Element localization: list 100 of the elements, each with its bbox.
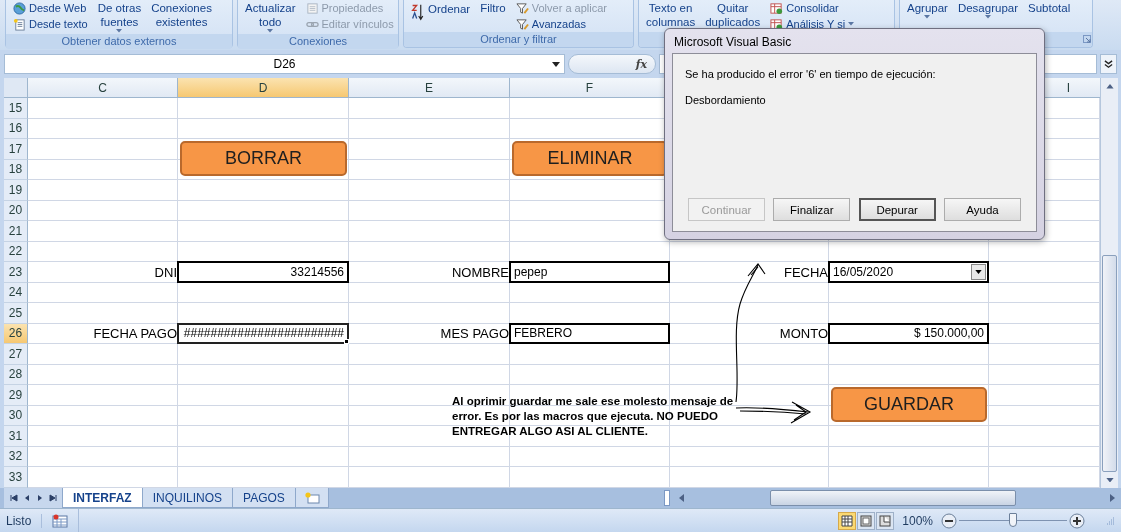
vertical-scrollbar[interactable]: [1100, 78, 1118, 488]
group-label: Conexiones: [238, 34, 398, 49]
row-header[interactable]: 15: [4, 98, 28, 119]
ribbon-button[interactable]: Desagrupar: [955, 0, 1020, 20]
funnel-icon: [515, 1, 529, 15]
row-header[interactable]: 28: [4, 364, 28, 385]
resize-grip-icon[interactable]: [1105, 515, 1115, 526]
row-header[interactable]: 22: [4, 241, 28, 262]
dialog-button[interactable]: Ayuda: [944, 198, 1021, 221]
ribbon-button[interactable]: Actualizar todo: [243, 0, 298, 34]
sheet-tab[interactable]: INQUILINOS: [141, 488, 234, 508]
down-arrow-icon[interactable]: [1105, 477, 1114, 482]
name-box[interactable]: D26: [4, 54, 565, 74]
ribbon-button[interactable]: Quitar duplicados: [703, 0, 763, 30]
macro-button[interactable]: GUARDAR: [831, 387, 987, 422]
expand-button[interactable]: [1100, 54, 1117, 74]
row-header[interactable]: 18: [4, 159, 28, 180]
group-label: Obtener datos externos: [6, 34, 232, 49]
status-text: Listo: [6, 513, 43, 528]
double-chevron-icon: [1104, 59, 1113, 69]
column-header[interactable]: D: [178, 78, 349, 98]
dropdown-button[interactable]: [971, 264, 986, 280]
view-button[interactable]: [838, 511, 857, 530]
scroll-thumb[interactable]: [1102, 254, 1117, 472]
record-macro-icon[interactable]: [52, 513, 69, 528]
column-header[interactable]: E: [349, 78, 510, 98]
ribbon-button[interactable]: Desde Web: [11, 0, 90, 16]
list-icon: [305, 1, 319, 15]
view-button[interactable]: [876, 511, 895, 530]
dialog-launcher-icon[interactable]: [1083, 35, 1091, 43]
dialog-button[interactable]: Depurar: [858, 198, 936, 221]
ribbon-button[interactable]: Texto en columnas: [644, 0, 698, 30]
right-arrow-icon[interactable]: [1110, 494, 1115, 502]
row-header[interactable]: 27: [4, 344, 28, 365]
first-sheet-icon[interactable]: [10, 494, 18, 502]
scroll-thumb[interactable]: [770, 490, 1016, 506]
funnel-icon: [515, 17, 529, 31]
ribbon-button[interactable]: Filtro: [478, 0, 508, 16]
ribbon-button[interactable]: Ordenar: [409, 0, 473, 23]
row-header[interactable]: 26: [4, 323, 28, 344]
cell-value: pepep: [514, 264, 548, 279]
row-header[interactable]: 25: [4, 303, 28, 324]
grid-icon: [841, 514, 854, 527]
table-icon: [770, 1, 784, 15]
error-message: Se ha producido el error '6' en tiempo de ejecución:: [685, 68, 937, 80]
row-header[interactable]: 17: [4, 139, 28, 160]
error-detail: Desbordamiento: [685, 94, 767, 106]
ribbon-button[interactable]: Consolidar: [768, 0, 857, 16]
row-header[interactable]: 16: [4, 118, 28, 139]
row-header[interactable]: 33: [4, 467, 28, 488]
note-text: Al oprimir guardar me sale ese molesto mensaje de error. Es por las macros que ejecuta. NO PUEDO ENTREGAR ALGO ASI AL CLIENTE.: [452, 394, 735, 439]
ribbon-button[interactable]: Agrupar: [905, 0, 950, 20]
row-header[interactable]: 19: [4, 180, 28, 201]
row-header[interactable]: 30: [4, 405, 28, 426]
sort-icon: [411, 2, 424, 22]
sheet-tab[interactable]: INTERFAZ: [62, 488, 143, 508]
input-cell[interactable]: pepep: [509, 261, 670, 283]
input-cell[interactable]: FEBRERO: [509, 322, 670, 344]
new-sheet-icon: [303, 491, 320, 504]
ribbon-button[interactable]: Subtotal: [1026, 0, 1073, 16]
row-header[interactable]: 31: [4, 426, 28, 447]
input-cell[interactable]: ########################: [177, 322, 349, 344]
view-button[interactable]: [857, 511, 876, 530]
fill-handle[interactable]: [344, 339, 349, 344]
row-header[interactable]: 29: [4, 385, 28, 406]
zoom-slider-thumb[interactable]: [1009, 513, 1017, 527]
previous-sheet-icon[interactable]: [23, 494, 31, 502]
ribbon-button[interactable]: Desde texto: [11, 16, 90, 32]
row-header[interactable]: 32: [4, 446, 28, 467]
column-header[interactable]: C: [28, 78, 178, 98]
row-header[interactable]: 24: [4, 282, 28, 303]
caret-icon: [552, 62, 560, 67]
ribbon-button[interactable]: Conexiones existentes: [149, 0, 214, 30]
zoom-in-icon[interactable]: [1069, 512, 1085, 529]
last-sheet-icon[interactable]: [49, 494, 57, 502]
input-cell[interactable]: 16/05/2020: [828, 261, 989, 283]
next-sheet-icon[interactable]: [36, 494, 44, 502]
insert-function-button[interactable]: fx: [568, 54, 656, 74]
row-header[interactable]: 20: [4, 200, 28, 221]
ribbon-button[interactable]: Avanzadas: [513, 16, 609, 32]
row-header[interactable]: 23: [4, 262, 28, 283]
zoom-out-icon[interactable]: [941, 512, 957, 529]
row-header[interactable]: 21: [4, 221, 28, 242]
page-break-icon: [879, 514, 892, 527]
table-icon: [770, 17, 784, 31]
left-arrow-icon[interactable]: [679, 494, 684, 502]
field-label: DNI: [153, 264, 178, 280]
page-icon: [860, 514, 873, 527]
globe-icon: [13, 1, 26, 15]
input-cell[interactable]: 33214556: [177, 261, 349, 283]
macro-button[interactable]: BORRAR: [180, 141, 347, 176]
ribbon-button[interactable]: De otras fuentes: [95, 0, 144, 34]
dialog-button[interactable]: Finalizar: [773, 198, 851, 221]
caret-icon: [975, 269, 982, 274]
up-arrow-icon[interactable]: [1105, 84, 1114, 89]
split-handle[interactable]: [664, 490, 670, 506]
new-sheet-tab[interactable]: [294, 488, 329, 508]
field-label: NOMBRE: [450, 264, 510, 280]
input-cell[interactable]: $ 150.000,00: [828, 322, 989, 344]
sheet-tab[interactable]: PAGOS: [232, 488, 296, 508]
